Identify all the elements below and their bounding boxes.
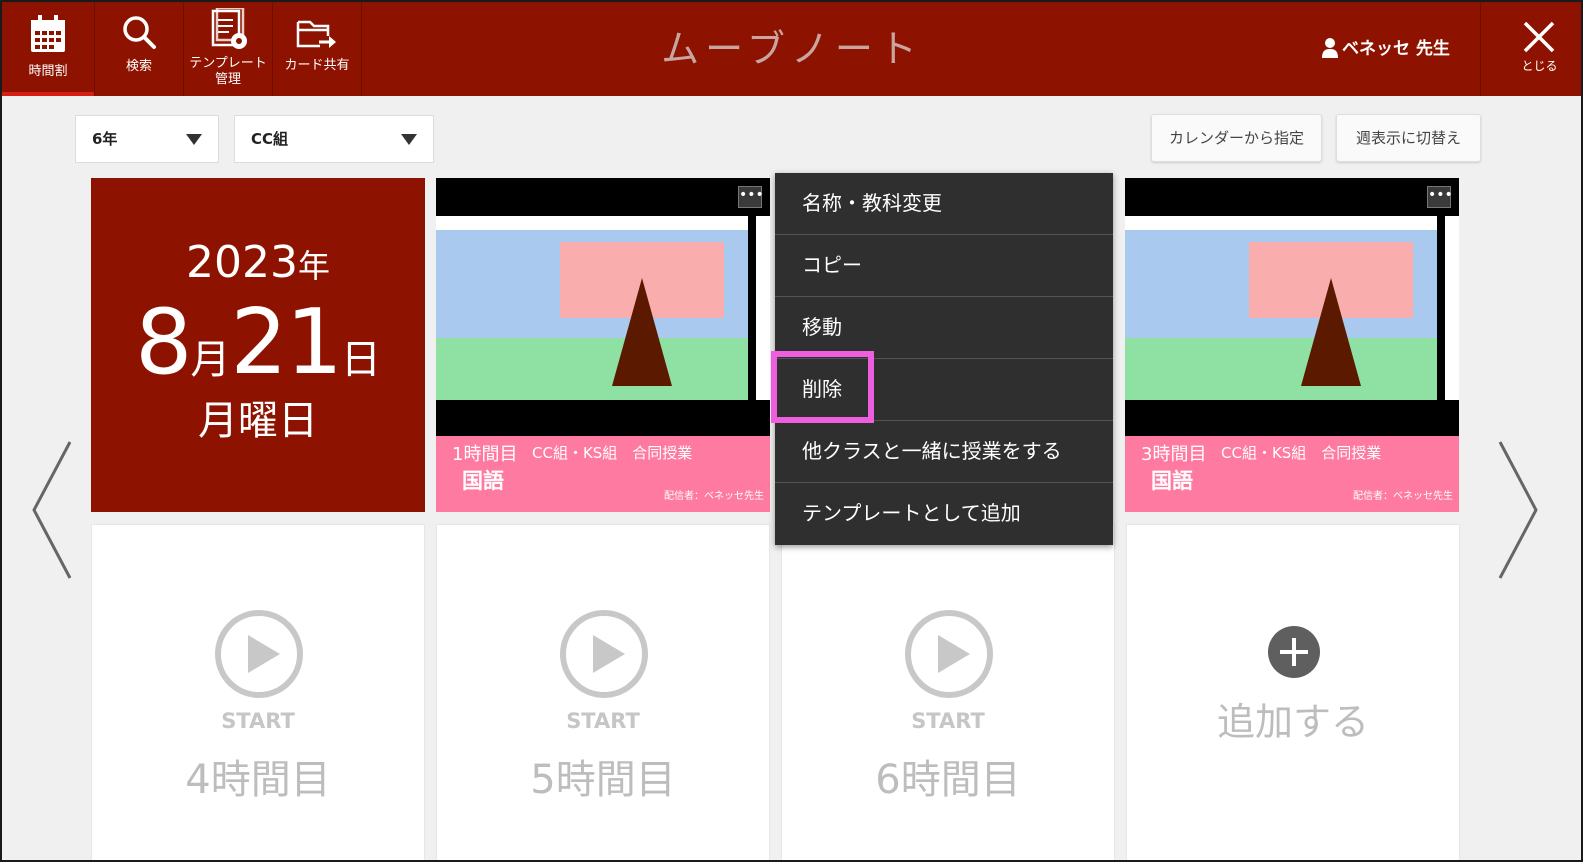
close-label: とじる <box>1521 59 1558 73</box>
grade-select[interactable]: 6年 <box>75 115 219 163</box>
start-label: START <box>221 709 295 733</box>
card-period: 3時間目 <box>1141 444 1207 465</box>
nav-template-label-line2: 管理 <box>214 72 241 87</box>
active-tab-indicator <box>2 92 94 96</box>
card-classes: CC組・KS組 合同授業 <box>1221 444 1382 462</box>
card-more-button[interactable]: ••• <box>1427 186 1453 208</box>
calendar-select-button[interactable]: カレンダーから指定 <box>1151 114 1322 162</box>
menu-item-rename[interactable]: 名称・教科変更 <box>775 173 1113 235</box>
lesson-card[interactable]: ••• 1時間目 CC組・KS組 合同授業 国語 配信者：ベネッセ先生 <box>436 178 770 512</box>
day-unit: 日 <box>340 337 381 383</box>
grade-select-value: 6年 <box>92 130 118 148</box>
user-name-text: ベネッセ 先生 <box>1342 39 1450 59</box>
week-view-button[interactable]: 週表示に切替え <box>1336 114 1481 162</box>
template-settings-icon <box>211 8 247 49</box>
start-slot-5[interactable]: START 5時間目 <box>436 524 770 860</box>
card-classes: CC組・KS組 合同授業 <box>532 444 693 462</box>
play-icon <box>905 610 993 698</box>
date-panel: 2023年 8月21日 月曜日 <box>91 178 425 512</box>
card-owner: 配信者：ベネッセ先生 <box>1353 491 1453 502</box>
card-thumbnail <box>436 216 770 436</box>
card-info: 3時間目 CC組・KS組 合同授業 国語 配信者：ベネッセ先生 <box>1125 436 1459 512</box>
year-value: 2023 <box>186 237 298 288</box>
add-label: 追加する <box>1216 700 1369 744</box>
nav-card-share-button[interactable]: カード共有 <box>273 2 361 96</box>
chevron-down-icon <box>401 134 417 145</box>
user-icon <box>1322 38 1338 58</box>
card-period: 1時間目 <box>452 444 518 465</box>
nav-timetable-label: 時間割 <box>28 64 68 79</box>
chevron-down-icon <box>186 134 202 145</box>
top-bar: 時間割 検索 テンプレート 管理 カード共有 ムーブノート ベネッセ 先生 とじ… <box>2 2 1581 96</box>
nav-divider <box>1480 2 1481 96</box>
start-slot-6[interactable]: START 6時間目 <box>781 524 1115 860</box>
app-window: 時間割 検索 テンプレート 管理 カード共有 ムーブノート ベネッセ 先生 とじ… <box>0 0 1583 862</box>
nav-template-label-line1: テンプレート <box>189 56 267 71</box>
add-lesson-slot[interactable]: 追加する <box>1126 524 1460 860</box>
card-subject: 国語 <box>1151 469 1193 493</box>
menu-item-add-template[interactable]: テンプレートとして追加 <box>775 483 1113 545</box>
menu-item-move[interactable]: 移動 <box>775 297 1113 359</box>
plus-circle-icon <box>1268 626 1320 678</box>
nav-card-share-label: カード共有 <box>284 58 350 73</box>
slot-period: 6時間目 <box>875 757 1021 803</box>
start-label: START <box>566 709 640 733</box>
class-select-value: CC組 <box>251 130 289 148</box>
play-icon <box>560 610 648 698</box>
nav-timetable-button[interactable]: 時間割 <box>2 2 94 96</box>
user-name: ベネッセ 先生 <box>1322 36 1450 62</box>
app-title: ムーブノート <box>661 27 923 71</box>
close-icon <box>1523 21 1555 53</box>
start-slot-4[interactable]: START 4時間目 <box>91 524 425 860</box>
nav-search-button[interactable]: 検索 <box>95 2 183 96</box>
month-unit: 月 <box>190 337 231 383</box>
lesson-card[interactable]: ••• 3時間目 CC組・KS組 合同授業 国語 配信者：ベネッセ先生 <box>1125 178 1459 512</box>
menu-item-copy[interactable]: コピー <box>775 235 1113 297</box>
menu-item-delete[interactable]: 削除 <box>775 359 1113 421</box>
date-weekday: 月曜日 <box>198 398 318 444</box>
nav-search-label: 検索 <box>125 59 152 74</box>
nav-template-button[interactable]: テンプレート 管理 <box>184 2 272 96</box>
calendar-icon <box>31 15 65 52</box>
thumbnail-image <box>436 216 770 436</box>
slot-period: 4時間目 <box>185 757 331 803</box>
folder-share-icon <box>296 20 336 48</box>
menu-item-joint-class[interactable]: 他クラスと一緒に授業をする <box>775 421 1113 483</box>
play-icon <box>215 610 303 698</box>
year-unit: 年 <box>297 247 330 285</box>
next-arrow-icon[interactable] <box>1498 440 1542 580</box>
month-value: 8 <box>135 290 192 395</box>
search-icon <box>123 16 156 49</box>
date-year: 2023年 <box>91 238 425 291</box>
slot-period: 5時間目 <box>530 757 676 803</box>
thumbnail-image <box>1125 216 1459 436</box>
day-value: 21 <box>230 290 343 395</box>
card-info: 1時間目 CC組・KS組 合同授業 国語 配信者：ベネッセ先生 <box>436 436 770 512</box>
class-select[interactable]: CC組 <box>234 115 434 163</box>
card-context-menu: 名称・教科変更 コピー 移動 削除 他クラスと一緒に授業をする テンプレートとし… <box>775 173 1113 545</box>
previous-arrow-icon[interactable] <box>28 440 72 580</box>
date-month-day: 8月21日 <box>91 293 425 410</box>
start-label: START <box>911 709 985 733</box>
nav-divider <box>361 2 362 96</box>
card-owner: 配信者：ベネッセ先生 <box>664 491 764 502</box>
card-more-button[interactable]: ••• <box>738 186 764 208</box>
card-subject: 国語 <box>462 469 504 493</box>
card-thumbnail <box>1125 216 1459 436</box>
close-button[interactable]: とじる <box>1494 2 1581 96</box>
